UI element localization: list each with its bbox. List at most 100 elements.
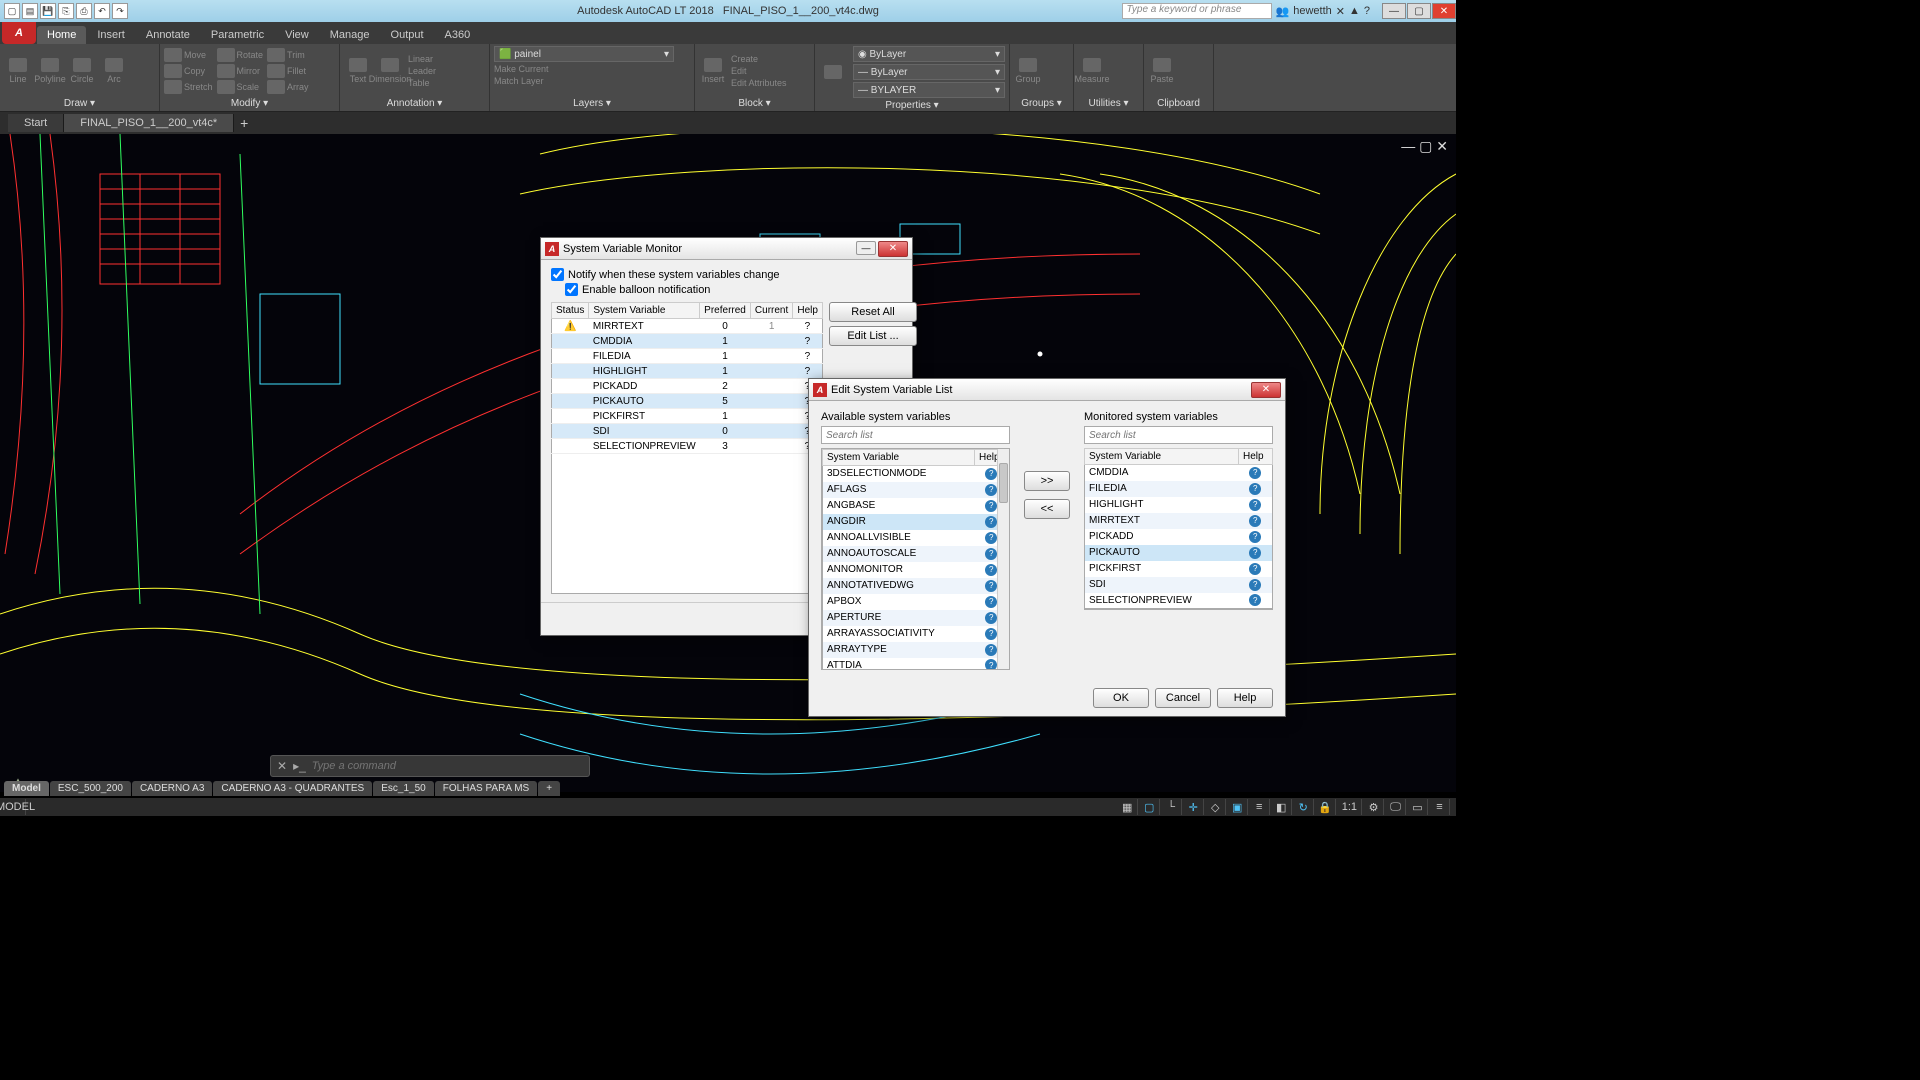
svm-row[interactable]: FILEDIA1? [552, 349, 823, 364]
help-icon[interactable]: ? [985, 484, 997, 496]
esvl-monitored-list[interactable]: System Variable Help CMDDIA?FILEDIA?HIGH… [1084, 448, 1273, 609]
qat-redo-icon[interactable]: ↷ [112, 3, 128, 19]
mirror-button[interactable]: Mirror [217, 64, 264, 78]
panel-utilities[interactable]: Utilities ▾ [1078, 96, 1139, 111]
ribbon-tab-insert[interactable]: Insert [87, 26, 135, 44]
esvl-cancel-button[interactable]: Cancel [1155, 688, 1211, 708]
panel-modify[interactable]: Modify ▾ [164, 96, 335, 111]
ribbon-tab-a360[interactable]: A360 [435, 26, 481, 44]
arc-button[interactable]: Arc [100, 53, 128, 89]
paste-button[interactable]: Paste [1148, 53, 1176, 89]
command-line[interactable]: ✕ ▸_ [270, 755, 590, 777]
help-icon[interactable]: ? [1249, 483, 1261, 495]
status-isodraft-icon[interactable]: ◇ [1206, 799, 1226, 815]
app-menu-button[interactable]: A [2, 22, 36, 44]
svm-row[interactable]: PICKAUTO5? [552, 394, 823, 409]
esvl-monitored-row[interactable]: PICKADD? [1085, 529, 1273, 545]
help-icon[interactable]: ? [1249, 594, 1261, 606]
layout-tab-3[interactable]: CADERNO A3 - QUADRANTES [213, 781, 372, 796]
svm-row[interactable]: ⚠️MIRRTEXT01? [552, 319, 823, 334]
esvl-available-list[interactable]: System Variable Help 3DSELECTIONMODE?AFL… [821, 448, 1010, 670]
panel-block[interactable]: Block ▾ [699, 96, 810, 111]
measure-button[interactable]: Measure [1078, 53, 1106, 89]
polyline-button[interactable]: Polyline [36, 53, 64, 89]
status-osnap-icon[interactable]: ▣ [1228, 799, 1248, 815]
layout-tab-1[interactable]: ESC_500_200 [50, 781, 131, 796]
help-icon[interactable]: ? [1364, 5, 1370, 17]
window-minimize-button[interactable]: — [1382, 3, 1406, 19]
status-scale[interactable]: 1:1 [1338, 799, 1362, 815]
esvl-titlebar[interactable]: A Edit System Variable List ✕ [809, 379, 1285, 401]
esvl-available-row[interactable]: 3DSELECTIONMODE? [823, 466, 1009, 482]
help-icon[interactable]: ? [985, 628, 997, 640]
esvl-available-row[interactable]: ANNOAUTOSCALE? [823, 546, 1009, 562]
autodesk360-icon[interactable]: ▲ [1349, 5, 1360, 17]
qat-open-icon[interactable]: ▤ [22, 3, 38, 19]
doc-tab-add-button[interactable]: + [234, 115, 254, 131]
move-button[interactable]: Move [164, 48, 213, 62]
status-snap-icon[interactable]: ▢ [1140, 799, 1160, 815]
panel-groups[interactable]: Groups ▾ [1014, 96, 1069, 111]
esvl-avail-scrollbar[interactable] [997, 449, 1009, 669]
esvl-monitored-row[interactable]: SDI? [1085, 577, 1273, 593]
qat-new-icon[interactable]: ▢ [4, 3, 20, 19]
edit-attributes-button[interactable]: Edit Attributes [731, 78, 787, 88]
svm-balloon-checkbox[interactable]: Enable balloon notification [565, 283, 902, 296]
help-icon[interactable]: ? [985, 644, 997, 656]
group-button[interactable]: Group [1014, 53, 1042, 89]
esvl-available-search[interactable] [821, 426, 1010, 444]
help-search-input[interactable]: Type a keyword or phrase [1122, 3, 1272, 19]
esvl-available-row[interactable]: ANNOTATIVEDWG? [823, 578, 1009, 594]
status-model-button[interactable]: MODEL [6, 799, 26, 815]
linetype-dropdown[interactable]: — BYLAYER▾ [853, 82, 1005, 98]
linear-button[interactable]: Linear [408, 54, 436, 64]
esvl-ok-button[interactable]: OK [1093, 688, 1149, 708]
help-icon[interactable]: ? [1249, 547, 1261, 559]
svm-row[interactable]: PICKFIRST1? [552, 409, 823, 424]
insert-button[interactable]: Insert [699, 53, 727, 89]
help-icon[interactable]: ? [1249, 499, 1261, 511]
help-icon[interactable]: ? [1249, 467, 1261, 479]
status-transparency-icon[interactable]: ◧ [1272, 799, 1292, 815]
esvl-available-row[interactable]: APERTURE? [823, 610, 1009, 626]
qat-save-icon[interactable]: 💾 [40, 3, 56, 19]
table-button[interactable]: Table [408, 78, 436, 88]
help-icon[interactable]: ? [805, 366, 811, 377]
ribbon-tab-parametric[interactable]: Parametric [201, 26, 274, 44]
status-ortho-icon[interactable]: └ [1162, 799, 1182, 815]
fillet-button[interactable]: Fillet [267, 64, 309, 78]
layer-dropdown[interactable]: 🟩 painel▾ [494, 46, 674, 62]
svm-minimize-button[interactable]: — [856, 241, 876, 255]
status-polar-icon[interactable]: ✛ [1184, 799, 1204, 815]
match-layer-button[interactable]: Match Layer [494, 76, 690, 86]
help-icon[interactable]: ? [1249, 531, 1261, 543]
commandline-close-icon[interactable]: ✕ [277, 759, 287, 773]
status-customize-icon[interactable]: ≡ [1430, 799, 1450, 815]
stretch-button[interactable]: Stretch [164, 80, 213, 94]
status-cycling-icon[interactable]: ↻ [1294, 799, 1314, 815]
status-monitor-icon[interactable]: 🖵 [1386, 799, 1406, 815]
layout-tab-4[interactable]: Esc_1_50 [373, 781, 433, 796]
esvl-avail-col-var[interactable]: System Variable [823, 450, 975, 466]
esvl-available-row[interactable]: ATTDIA? [823, 658, 1009, 671]
panel-layers[interactable]: Layers ▾ [494, 96, 690, 111]
viewport-controls[interactable]: — ▢ ✕ [1401, 138, 1448, 155]
svm-reset-all-button[interactable]: Reset All [829, 302, 917, 322]
esvl-available-row[interactable]: ANGDIR? [823, 514, 1009, 530]
exchange-icon[interactable]: ✕ [1336, 5, 1345, 18]
scale-button[interactable]: Scale [217, 80, 264, 94]
doc-tab-file[interactable]: FINAL_PISO_1__200_vt4c* [64, 114, 234, 132]
esvl-available-row[interactable]: ARRAYASSOCIATIVITY? [823, 626, 1009, 642]
svm-row[interactable]: SELECTIONPREVIEW3? [552, 439, 823, 454]
window-close-button[interactable]: ✕ [1432, 3, 1456, 19]
svm-table[interactable]: Status System Variable Preferred Current… [551, 302, 823, 454]
status-clean-icon[interactable]: ▭ [1408, 799, 1428, 815]
esvl-available-row[interactable]: ANNOMONITOR? [823, 562, 1009, 578]
color-dropdown[interactable]: ◉ ByLayer▾ [853, 46, 1005, 62]
help-icon[interactable]: ? [985, 580, 997, 592]
help-icon[interactable]: ? [805, 321, 811, 332]
esvl-help-button[interactable]: Help [1217, 688, 1273, 708]
esvl-add-button[interactable]: >> [1024, 471, 1070, 491]
esvl-available-row[interactable]: ANGBASE? [823, 498, 1009, 514]
signin-icon[interactable]: 👥 [1276, 5, 1290, 18]
